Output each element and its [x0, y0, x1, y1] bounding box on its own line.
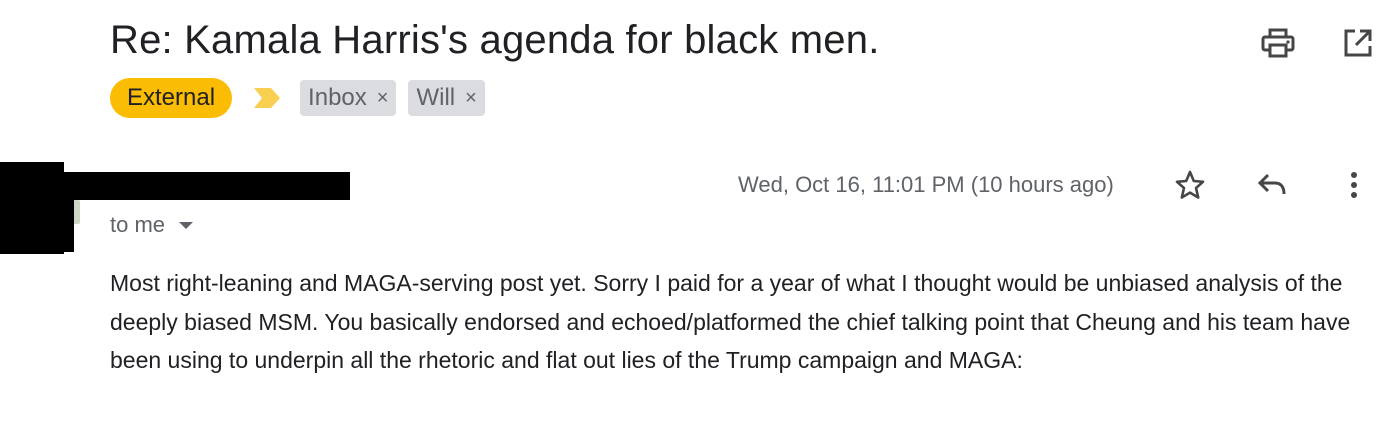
label-row: External Inbox × Will ×: [110, 78, 497, 118]
remove-label-icon[interactable]: ×: [465, 87, 477, 110]
importance-marker[interactable]: [254, 88, 281, 108]
star-icon: [1175, 170, 1205, 199]
email-subject: Re: Kamala Harris's agenda for black men…: [110, 18, 880, 62]
thread-actions: [1256, 24, 1380, 62]
message-body: Most right-leaning and MAGA-serving post…: [110, 270, 1351, 373]
message-actions: [1168, 166, 1376, 204]
redacted-avatar: [0, 162, 64, 254]
open-in-new-window-button[interactable]: [1336, 24, 1380, 62]
label-chip-inbox[interactable]: Inbox ×: [300, 80, 397, 116]
remove-label-icon[interactable]: ×: [377, 87, 389, 110]
label-chip-text: Inbox: [308, 84, 367, 111]
reply-icon: [1257, 173, 1286, 195]
label-chip-text: Will: [416, 84, 456, 111]
reply-button[interactable]: [1250, 166, 1294, 204]
open-in-new-window-icon: [1344, 29, 1372, 57]
print-icon: [1261, 28, 1295, 58]
print-button[interactable]: [1256, 24, 1300, 62]
label-chip-will[interactable]: Will ×: [408, 80, 485, 116]
more-vertical-icon: [1351, 172, 1357, 198]
star-button[interactable]: [1168, 166, 1212, 204]
important-marker-icon: [254, 88, 281, 108]
redacted-sender-name: [60, 172, 350, 200]
external-badge[interactable]: External: [110, 78, 233, 118]
more-options-button[interactable]: [1332, 166, 1376, 204]
recipient-details-toggle[interactable]: to me: [110, 212, 194, 238]
recipient-text: to me: [110, 212, 166, 237]
redaction-block: [60, 200, 74, 252]
message-date: Wed, Oct 16, 11:01 PM (10 hours ago): [738, 172, 1114, 197]
chevron-down-icon: [179, 221, 194, 229]
